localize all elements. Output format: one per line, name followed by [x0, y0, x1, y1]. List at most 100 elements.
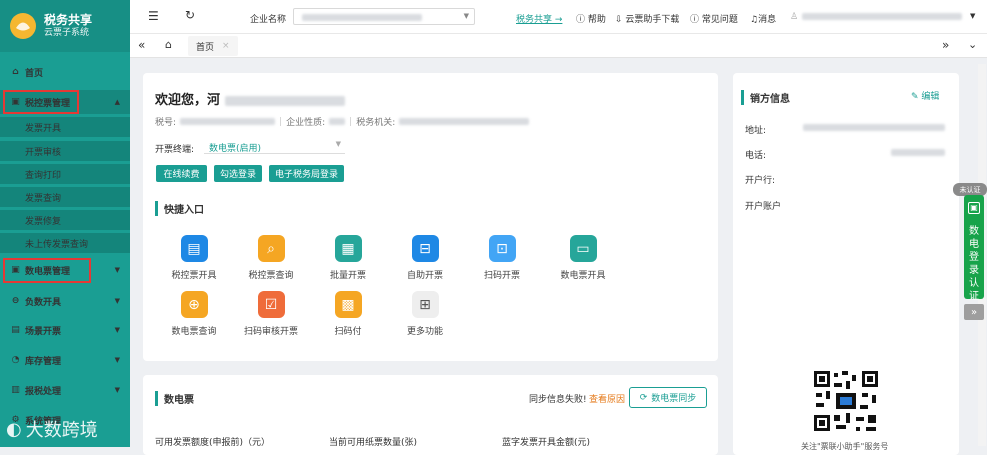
menu-toggle-icon[interactable]: ☰	[148, 9, 159, 23]
seller-edit-button[interactable]: ✎ 编辑	[911, 89, 939, 102]
company-type-label: 企业性质:	[286, 118, 326, 128]
tax-share-link[interactable]: 税务共享 →	[516, 12, 562, 25]
scan-icon: ⊡	[488, 235, 516, 262]
company-select[interactable]: ▼	[293, 8, 475, 25]
quick-entry-item[interactable]: ⌕ 税控票查询	[236, 235, 306, 281]
quick-entry-item[interactable]: ⊞ 更多功能	[390, 291, 460, 337]
sidebar-subitem-print[interactable]: 查询打印	[0, 164, 130, 184]
edit-icon: ✎	[911, 92, 919, 102]
quick-entry-label: 数电票开具	[560, 271, 606, 281]
welcome-card: 欢迎您，河 税号: | 企业性质: | 税务机关: 开票终端: 数电票(启用) …	[143, 73, 718, 361]
help-link[interactable]: ⓘ 帮助	[576, 12, 606, 25]
quick-entry-item[interactable]: ▤ 税控票开具	[159, 235, 229, 281]
sidebar-item-negative[interactable]: ⊖ 负数开具 ▼	[0, 289, 130, 313]
brand-title: 税务共享	[44, 13, 93, 27]
chevron-down-icon: ▼	[335, 140, 341, 148]
seller-edit-label: 编辑	[921, 92, 940, 102]
home-tab-icon[interactable]: ⌂	[165, 38, 172, 51]
id-card-icon: ▣	[968, 202, 980, 214]
sidebar-scene-label: 场景开票	[25, 326, 62, 337]
quick-entry-item[interactable]: ⊡ 扫码开票	[467, 235, 537, 281]
e-tax-login-button[interactable]: 电子税务局登录	[269, 165, 344, 182]
faq-icon: ⓘ	[690, 15, 700, 25]
quick-entry-item[interactable]: ▩ 扫码付	[313, 291, 383, 337]
quick-entry-label: 扫码审核开票	[243, 327, 298, 337]
negative-icon: ⊖	[11, 296, 20, 306]
sidebar-subitem-issue[interactable]: 发票开具	[0, 117, 130, 137]
quick-entry-label: 扫码付	[334, 327, 362, 337]
invoice-issue-icon: ▤	[180, 235, 208, 262]
stat-blue-amount-label: 蓝字发票开具金额(元)	[502, 438, 591, 448]
sidebar-subitem-query[interactable]: 发票查询	[0, 187, 130, 207]
quick-entry-item[interactable]: ▭ 数电票开具	[548, 235, 618, 281]
watermark-logo-icon: ◐	[6, 418, 22, 440]
quick-entry-item[interactable]: ⊟ 自助开票	[390, 235, 460, 281]
digital-invoice-card: 数电票 同步信息失败! 查看原因 ⟳ 数电票同步 可用发票额度(申报前)（元） …	[143, 375, 718, 455]
sync-button-label: 数电票同步	[651, 394, 697, 404]
tab-home-label: 首页	[196, 42, 215, 53]
self-service-icon: ⊟	[411, 235, 439, 262]
sidebar-item-home[interactable]: ⌂ 首页	[0, 60, 130, 84]
quick-entry-title: 快捷入口	[155, 201, 204, 216]
sidebar-item-scene[interactable]: ▤ 场景开票 ▼	[0, 318, 130, 342]
sidebar-subitem-repair[interactable]: 发票修复	[0, 210, 130, 230]
scan-review-icon: ☑	[257, 291, 285, 318]
tabs-scroll-left-icon[interactable]: «	[138, 38, 145, 52]
caret-down-icon: ▼	[114, 297, 120, 305]
download-label: 云票助手下载	[625, 15, 680, 25]
seller-phone-label: 电话:	[745, 151, 767, 161]
stat-quota-label: 可用发票额度(申报前)（元）	[155, 438, 271, 448]
welcome-greeting: 欢迎您，河	[155, 89, 345, 108]
user-menu-chevron-icon[interactable]: ▼	[970, 12, 975, 20]
digital-login-auth-tab[interactable]: ▣ 数电登录认证	[964, 195, 984, 302]
tab-close-icon[interactable]: ×	[222, 41, 230, 51]
view-reason-link[interactable]: 查看原因	[589, 392, 625, 405]
user-icon: ♙	[790, 12, 799, 22]
scene-icon: ▤	[11, 325, 20, 335]
digital-card-title: 数电票	[155, 391, 194, 406]
invoice-search-icon: ⌕	[257, 235, 285, 262]
top-bar: ☰ ↻ 企业名称 ▼ 税务共享 → ⓘ 帮助 ⇩ 云票助手下载 ⓘ 常见问题 ♫…	[130, 0, 987, 34]
terminal-value: 数电票(启用)	[209, 144, 262, 154]
terminal-select[interactable]: 数电票(启用) ▼	[204, 137, 345, 154]
faq-link[interactable]: ⓘ 常见问题	[690, 12, 738, 25]
caret-down-icon: ▼	[114, 356, 120, 364]
report-icon: ▥	[11, 385, 20, 395]
highlight-box-tax-control	[3, 90, 79, 114]
sync-icon: ⟳	[639, 392, 648, 403]
seller-address-label: 地址:	[745, 126, 767, 136]
refresh-icon[interactable]: ↻	[185, 8, 195, 22]
select-login-button[interactable]: 勾选登录	[214, 165, 262, 182]
sidebar-negative-label: 负数开具	[25, 297, 62, 308]
batch-invoice-icon: ▦	[334, 235, 362, 262]
quick-entry-item[interactable]: ▦ 批量开票	[313, 235, 383, 281]
quick-entry-label: 税控票开具	[171, 271, 217, 281]
sidebar-inventory-label: 库存管理	[25, 356, 62, 367]
sidebar-subitem-unuploaded[interactable]: 未上传发票查询	[0, 233, 130, 253]
brand-logo-icon	[10, 13, 36, 39]
sidebar-item-tax-report[interactable]: ▥ 报税处理 ▼	[0, 378, 130, 402]
messages-link[interactable]: ♫消息	[750, 12, 776, 25]
highlight-box-digital	[3, 258, 91, 283]
expand-float-button[interactable]: »	[964, 304, 984, 320]
digital-login-auth-text: 数电登录认证	[969, 226, 979, 302]
renew-online-button[interactable]: 在线续费	[156, 165, 207, 182]
tax-office-label: 税务机关:	[356, 118, 396, 128]
sync-button[interactable]: ⟳ 数电票同步	[629, 387, 707, 408]
qr-code-icon	[812, 369, 880, 433]
tabs-scroll-right-icon[interactable]: »	[942, 38, 949, 52]
sidebar-subitem-review[interactable]: 开票审核	[0, 141, 130, 161]
download-link[interactable]: ⇩ 云票助手下载	[615, 12, 679, 25]
quick-entry-label: 数电票查询	[171, 327, 217, 337]
tab-home[interactable]: 首页 ×	[188, 36, 238, 56]
tabs-dropdown-icon[interactable]: ⌄	[968, 38, 977, 51]
quick-entry-label: 扫码开票	[483, 271, 520, 281]
magnifier-icon: ⊕	[180, 291, 208, 318]
company-label: 企业名称	[250, 15, 287, 25]
quick-entry-item[interactable]: ⊕ 数电票查询	[159, 291, 229, 337]
quick-entry-item[interactable]: ☑ 扫码审核开票	[236, 291, 306, 337]
sidebar-home-label: 首页	[25, 68, 44, 79]
qr-pay-icon: ▩	[334, 291, 362, 318]
quick-entry-label: 自助开票	[406, 271, 443, 281]
sidebar-item-inventory[interactable]: ◔ 库存管理 ▼	[0, 348, 130, 372]
